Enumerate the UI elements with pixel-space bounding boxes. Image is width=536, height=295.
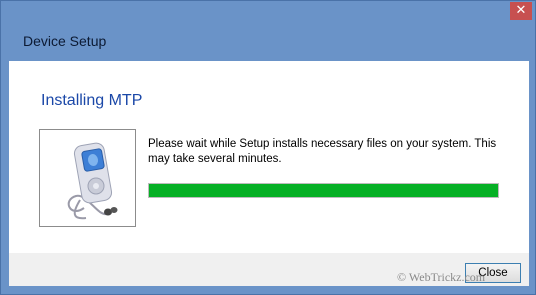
watermark: © WebTrickz.com — [397, 270, 486, 284]
status-message: Please wait while Setup installs necessa… — [148, 138, 497, 165]
install-progress-bar — [148, 183, 499, 198]
device-setup-window: Device Setup ✕ Installing MTP Please wai… — [0, 0, 536, 295]
window-close-icon[interactable]: ✕ — [510, 2, 532, 20]
media-player-icon — [67, 142, 118, 220]
progress-fill — [149, 184, 498, 197]
page-title: Installing MTP — [41, 92, 143, 109]
dialog-content: Installing MTP Please wait while Setup i… — [9, 61, 529, 253]
device-image-frame — [39, 129, 136, 227]
window-title: Device Setup — [23, 33, 107, 49]
